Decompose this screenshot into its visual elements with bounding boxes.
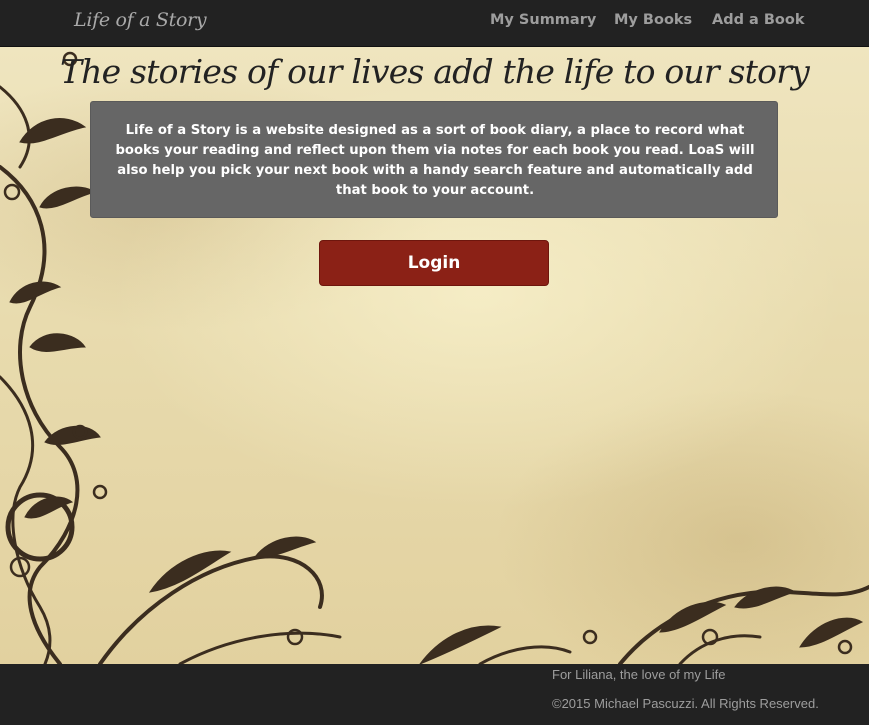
page-tagline: The stories of our lives add the life to…: [59, 52, 810, 91]
hero-section: The stories of our lives add the life to…: [0, 47, 869, 664]
nav-my-summary[interactable]: My Summary: [490, 12, 596, 28]
nav-my-books[interactable]: My Books: [614, 12, 692, 28]
page-footer: For Liliana, the love of my Life ©2015 M…: [0, 664, 869, 725]
nav-add-a-book[interactable]: Add a Book: [712, 12, 804, 28]
brand-link[interactable]: Life of a Story: [74, 9, 207, 31]
login-button[interactable]: Login: [319, 240, 549, 286]
top-navbar: Life of a Story My Summary My Books Add …: [0, 0, 869, 47]
intro-description: Life of a Story is a website designed as…: [115, 123, 755, 198]
intro-panel: Life of a Story is a website designed as…: [90, 101, 778, 218]
footer-dedication: For Liliana, the love of my Life: [552, 667, 726, 682]
footer-copyright: ©2015 Michael Pascuzzi. All Rights Reser…: [552, 696, 819, 711]
